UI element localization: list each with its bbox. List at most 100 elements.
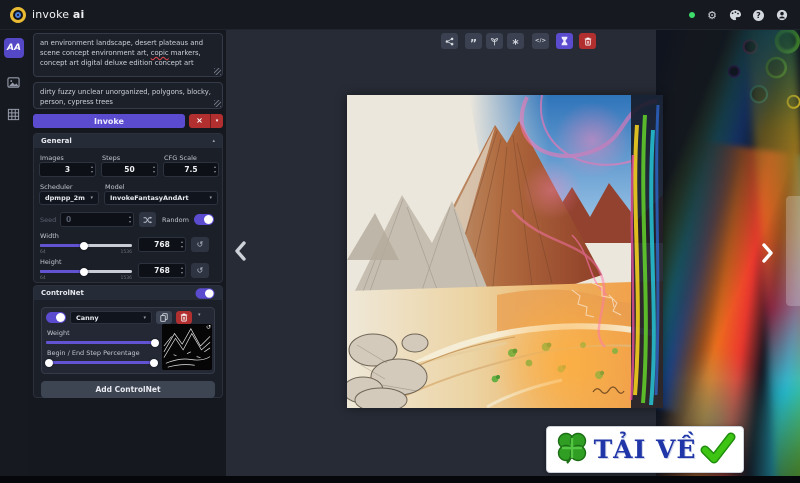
app-title-regular: invoke	[32, 8, 70, 21]
seed-label: Seed	[40, 216, 57, 224]
width-slider[interactable]	[40, 241, 132, 250]
invoke-logo-icon	[10, 7, 26, 23]
images-stepper[interactable]: ▴ ▾	[91, 163, 93, 176]
width-reset-button[interactable]: ↺	[191, 237, 209, 252]
use-all-parameters-button[interactable]: *	[507, 33, 524, 51]
end-step-handle[interactable]	[149, 358, 158, 367]
controlnet-model-value: Canny	[76, 313, 99, 322]
weight-slider-handle[interactable]	[150, 338, 159, 347]
next-image-arrow[interactable]	[760, 242, 776, 268]
seed-input[interactable]: 0 ▴ ▾	[60, 212, 134, 227]
negative-prompt-input[interactable]: dirty fuzzy unclear unorganized, polygon…	[33, 82, 223, 109]
tab-image-to-image[interactable]	[7, 74, 21, 88]
controlnet-card: Canny ▾ ▾ Weight Begin / End Step Percen…	[41, 307, 215, 374]
controlnet-model-select[interactable]: Canny ▾	[70, 311, 152, 324]
checkmark-icon	[700, 432, 736, 468]
view-metadata-button[interactable]: </>	[532, 33, 549, 49]
collapse-chevron-icon[interactable]: ▴	[212, 138, 215, 144]
height-value: 768	[154, 266, 170, 275]
begin-end-step-slider[interactable]	[45, 358, 158, 367]
width-label: Width	[40, 232, 59, 240]
top-bar: invoke ai ⚙ ?	[0, 0, 800, 30]
negative-prompt-text: dirty fuzzy unclear unorganized, polygon…	[40, 88, 211, 107]
random-seed-toggle[interactable]	[194, 214, 214, 225]
controlnet-section-title: ControlNet	[41, 289, 84, 297]
controlnet-preview-thumbnail[interactable]: ↺	[162, 324, 212, 370]
width-max-label: 1536	[120, 250, 132, 255]
general-section-header[interactable]: General ▴	[34, 134, 222, 148]
delete-controlnet-button[interactable]	[176, 311, 192, 324]
cancel-options-chevron-icon[interactable]: ▾	[211, 118, 223, 124]
seed-stepper: ▴ ▾	[128, 214, 131, 224]
weight-slider[interactable]	[46, 338, 159, 347]
images-input[interactable]: 3 ▴ ▾	[39, 162, 96, 177]
random-label: Random	[162, 216, 189, 224]
invokeai-app: invoke ai ⚙ ? AA an environment landscap…	[0, 0, 800, 483]
model-value: InvokeFantasyAndArt	[110, 194, 189, 202]
model-chevron-icon: ▾	[209, 195, 212, 201]
connection-status-indicator	[689, 12, 696, 18]
generated-image[interactable]	[347, 95, 663, 408]
width-slider-handle[interactable]	[80, 241, 89, 250]
clover-icon	[554, 430, 590, 470]
tab-text-to-image[interactable]: AA	[4, 38, 24, 58]
cancel-x-icon[interactable]: ×	[189, 114, 211, 128]
delete-image-button[interactable]	[579, 33, 596, 49]
add-controlnet-button[interactable]: Add ControlNet	[41, 381, 215, 398]
parameters-panel: an environment landscape, desert plateau…	[28, 30, 226, 483]
previous-image-arrow[interactable]	[232, 240, 248, 266]
shuffle-seed-button[interactable]	[139, 212, 156, 227]
width-input[interactable]: 768 ▴ ▾	[138, 237, 186, 252]
image-viewer: ” * </> TẢI VỀ	[226, 30, 800, 477]
height-input[interactable]: 768 ▴ ▾	[138, 263, 186, 278]
scheduler-value: dpmpp_2m	[45, 194, 85, 202]
cfg-scale-value: 7.5	[184, 165, 198, 174]
use-prompt-button[interactable]: ”	[465, 33, 482, 49]
logo-inner-ring	[15, 12, 21, 18]
images-value: 3	[64, 165, 71, 174]
steps-input[interactable]: 50 ▴ ▾	[101, 162, 158, 177]
theme-palette-icon[interactable]	[729, 6, 741, 25]
positive-prompt-input[interactable]: an environment landscape, desert plateau…	[33, 33, 223, 77]
scheduler-select[interactable]: dpmpp_2m ▾	[39, 191, 99, 205]
user-account-icon[interactable]	[776, 6, 788, 25]
height-slider[interactable]	[40, 267, 132, 276]
steps-label: Steps	[102, 154, 121, 162]
upscale-button[interactable]	[556, 33, 573, 49]
height-reset-button[interactable]: ↺	[191, 263, 209, 278]
model-select[interactable]: InvokeFantasyAndArt ▾	[104, 191, 218, 205]
settings-gear-icon[interactable]: ⚙	[707, 10, 717, 21]
controlnet-section-header[interactable]: ControlNet	[34, 286, 222, 300]
duplicate-controlnet-button[interactable]	[156, 311, 172, 324]
width-stepper[interactable]: ▴ ▾	[181, 238, 183, 251]
tab-unified-canvas[interactable]	[7, 106, 21, 121]
watermark-text: TẢI VỀ	[593, 435, 697, 464]
height-slider-handle[interactable]	[80, 267, 89, 276]
begin-step-handle[interactable]	[45, 358, 54, 367]
positive-prompt-misspelled-word: copic	[150, 49, 169, 58]
width-value: 768	[154, 240, 170, 249]
controlnet-expand-chevron-icon[interactable]: ▾	[198, 312, 201, 318]
controlnet-preview-reset-icon[interactable]: ↺	[206, 324, 211, 331]
app-title: invoke ai	[32, 8, 85, 21]
cfg-scale-label: CFG Scale	[164, 154, 197, 162]
use-seed-button[interactable]	[486, 33, 503, 49]
download-watermark[interactable]: TẢI VỀ	[546, 426, 744, 473]
top-bar-actions: ⚙ ?	[689, 0, 788, 30]
invoke-button[interactable]: Invoke	[33, 114, 185, 128]
bottom-screen-edge	[0, 476, 800, 483]
send-to-button[interactable]	[441, 33, 458, 49]
scheduler-chevron-icon: ▾	[90, 195, 93, 201]
gallery-panel-edge[interactable]	[786, 196, 800, 306]
controlnet-enable-toggle[interactable]	[195, 287, 215, 299]
weight-label: Weight	[47, 329, 70, 337]
steps-stepper[interactable]: ▴ ▾	[153, 163, 155, 176]
cfg-stepper[interactable]: ▴ ▾	[214, 163, 216, 176]
height-stepper[interactable]: ▴ ▾	[181, 264, 183, 277]
controlnet-item-toggle[interactable]	[46, 312, 66, 323]
cancel-button[interactable]: × ▾	[189, 114, 223, 128]
help-icon[interactable]: ?	[753, 9, 764, 21]
begin-end-step-label: Begin / End Step Percentage	[47, 349, 140, 357]
cfg-scale-input[interactable]: 7.5 ▴ ▾	[163, 162, 219, 177]
model-label: Model	[105, 183, 125, 191]
